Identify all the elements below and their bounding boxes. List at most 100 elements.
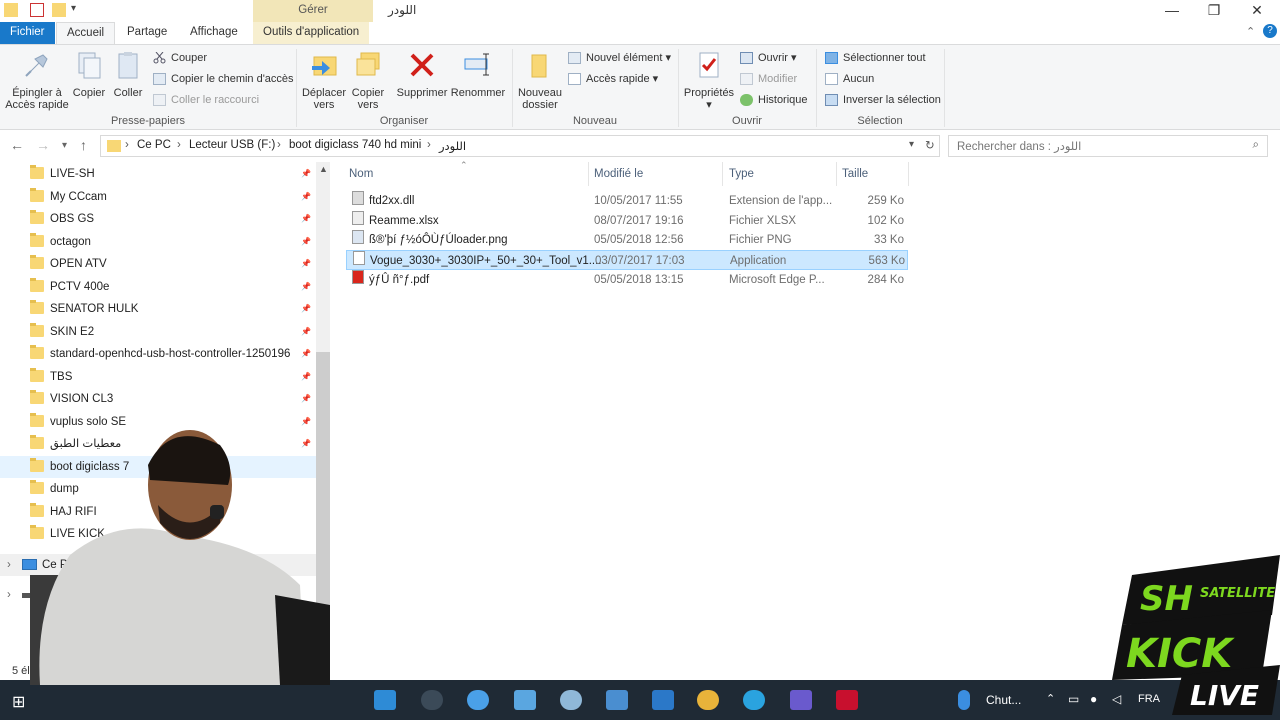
obs-icon[interactable] — [467, 690, 489, 710]
column-separator[interactable] — [908, 162, 909, 186]
up-arrow-icon[interactable]: ↑ — [80, 137, 87, 153]
temperature-icon[interactable] — [958, 690, 970, 710]
scroll-up-icon[interactable]: ▲ — [319, 164, 328, 174]
properties-button[interactable]: Propriétés ▾ — [682, 49, 736, 111]
pin-icon[interactable]: 📌 — [301, 253, 311, 275]
tab-home[interactable]: Accueil — [56, 22, 116, 44]
search-input[interactable]: Rechercher dans : اللودر ⌕ — [948, 135, 1268, 157]
minimize-button[interactable]: — — [1149, 0, 1195, 22]
chrome-icon[interactable] — [697, 690, 719, 710]
chevron-right-icon[interactable]: › — [7, 554, 11, 576]
address-bar[interactable]: › Ce PC › Lecteur USB (F:) › boot digicl… — [100, 135, 940, 157]
pin-icon[interactable]: 📌 — [301, 231, 311, 253]
file-row[interactable]: Vogue_3030+_3030IP+_50+_30+_Tool_v1.... 0… — [346, 250, 908, 271]
copy-button[interactable]: Copier — [70, 49, 108, 99]
easy-access-button[interactable]: Accès rapide ▾ — [568, 70, 658, 88]
column-separator[interactable] — [722, 162, 723, 186]
pin-icon[interactable]: 📌 — [301, 163, 311, 185]
media-app-icon[interactable] — [836, 690, 858, 710]
paste-button[interactable]: Coller — [110, 49, 146, 99]
pin-icon[interactable]: 📌 — [301, 298, 311, 320]
new-folder-quick-icon[interactable] — [52, 3, 66, 17]
weather-text[interactable]: Chut... — [986, 693, 1021, 707]
nav-item[interactable]: TBS 📌 — [0, 366, 316, 388]
network-app-icon[interactable] — [514, 690, 536, 710]
windows-start-icon[interactable]: ⊞ — [12, 692, 25, 712]
tab-share[interactable]: Partage — [117, 22, 177, 44]
pin-icon[interactable]: 📌 — [301, 208, 311, 230]
new-item-button[interactable]: Nouvel élément ▾ — [568, 49, 671, 67]
nav-item[interactable]: octagon 📌 — [0, 231, 316, 253]
nav-item[interactable]: PCTV 400e 📌 — [0, 276, 316, 298]
file-row[interactable]: ß®'þí ƒ½óÔÙƒÚloader.png 05/05/2018 12:56 F… — [346, 230, 908, 250]
back-arrow-icon[interactable]: ← — [10, 137, 24, 153]
breadcrumb-usb-drive[interactable]: Lecteur USB (F:) — [189, 139, 275, 151]
refresh-icon[interactable]: ↻ — [925, 138, 935, 152]
manage-contextual-tab[interactable]: Gérer — [253, 0, 373, 22]
app-icon[interactable] — [790, 690, 812, 710]
tab-file[interactable]: Fichier — [0, 22, 55, 44]
file-row[interactable]: ýƒÛ ñ°ƒ.pdf 05/05/2018 13:15 Microsoft Edg… — [346, 269, 908, 290]
copy-path-button[interactable]: Copier le chemin d'accès — [153, 70, 294, 88]
nav-item[interactable]: OPEN ATV 📌 — [0, 253, 316, 275]
nav-item[interactable]: VISION CL3 📌 — [0, 388, 316, 410]
column-header-name[interactable]: Nom — [349, 168, 373, 180]
nav-item[interactable]: LIVE-SH 📌 — [0, 163, 316, 185]
open-button[interactable]: Ouvrir ▾ — [740, 49, 797, 67]
invert-selection-button[interactable]: Inverser la sélection — [825, 91, 941, 109]
column-header-modified[interactable]: Modifié le — [594, 168, 643, 180]
nav-item[interactable]: standard-openhcd-usb-host-controller-125… — [0, 343, 316, 365]
move-to-button[interactable]: Déplacer vers — [300, 49, 348, 111]
chevron-down-icon[interactable]: ▾ — [909, 139, 914, 150]
collapse-ribbon-icon[interactable]: ⌃ — [1246, 25, 1255, 38]
column-separator[interactable] — [588, 162, 589, 186]
pin-icon[interactable]: 📌 — [301, 321, 311, 343]
new-folder-button[interactable]: Nouveau dossier — [516, 49, 564, 111]
breadcrumb-current-folder[interactable]: اللودر — [439, 139, 466, 153]
select-all-button[interactable]: Sélectionner tout — [825, 49, 926, 67]
close-button[interactable]: ✕ — [1234, 0, 1280, 22]
column-header-size[interactable]: Taille — [842, 168, 868, 180]
properties-quick-icon[interactable] — [30, 3, 44, 17]
nav-item[interactable]: My CCcam 📌 — [0, 186, 316, 208]
network-icon[interactable]: ▭ — [1068, 692, 1079, 706]
help-icon[interactable]: ? — [1263, 24, 1277, 38]
chevron-down-icon[interactable]: ▾ — [71, 3, 85, 17]
tab-app-tools[interactable]: Outils d'application — [253, 22, 370, 44]
select-none-button[interactable]: Aucun — [825, 70, 874, 88]
copy-to-button[interactable]: Copier vers — [348, 49, 388, 111]
pin-icon[interactable]: 📌 — [301, 276, 311, 298]
telegram-icon[interactable] — [743, 690, 765, 710]
history-button[interactable]: Historique — [740, 91, 808, 109]
paste-shortcut-button[interactable]: Coller le raccourci — [153, 91, 259, 109]
pin-icon[interactable]: 📌 — [301, 186, 311, 208]
rename-button[interactable]: Renommer — [450, 49, 506, 99]
pin-icon[interactable]: 📌 — [301, 343, 311, 365]
cut-button[interactable]: Couper — [153, 49, 207, 67]
chevron-right-icon[interactable]: › — [7, 584, 11, 606]
file-row[interactable]: Reamme.xlsx 08/07/2017 19:16 Fichier XLSX 1… — [346, 210, 908, 231]
breadcrumb-this-pc[interactable]: Ce PC — [137, 139, 171, 151]
nav-item[interactable]: SENATOR HULK 📌 — [0, 298, 316, 320]
nav-item[interactable]: OBS GS 📌 — [0, 208, 316, 230]
nav-item[interactable]: SKIN E2 📌 — [0, 321, 316, 343]
tab-view[interactable]: Affichage — [180, 22, 248, 44]
column-separator[interactable] — [836, 162, 837, 186]
microphone-icon[interactable]: ● — [1090, 692, 1097, 706]
recent-chevron-icon[interactable]: ▾ — [62, 140, 67, 151]
forward-arrow-icon[interactable]: → — [36, 137, 50, 153]
column-header-type[interactable]: Type — [729, 168, 754, 180]
settings-app-icon[interactable] — [560, 690, 582, 710]
delete-button[interactable]: Supprimer — [394, 49, 450, 99]
pin-icon[interactable]: 📌 — [301, 366, 311, 388]
clock-app-icon[interactable] — [421, 690, 443, 710]
store-icon[interactable] — [374, 690, 396, 710]
pin-quick-access-button[interactable]: Épingler à Accès rapide — [4, 49, 70, 111]
pin-icon[interactable]: 📌 — [301, 388, 311, 410]
breadcrumb-boot-folder[interactable]: boot digiclass 740 hd mini — [289, 139, 421, 151]
maximize-button[interactable]: ❐ — [1191, 0, 1237, 22]
calculator-icon[interactable] — [606, 690, 628, 710]
edit-button[interactable]: Modifier — [740, 70, 797, 88]
file-row[interactable]: ftd2xx.dll 10/05/2017 11:55 Extension de l… — [346, 191, 908, 211]
explorer-app-icon[interactable] — [652, 690, 674, 710]
